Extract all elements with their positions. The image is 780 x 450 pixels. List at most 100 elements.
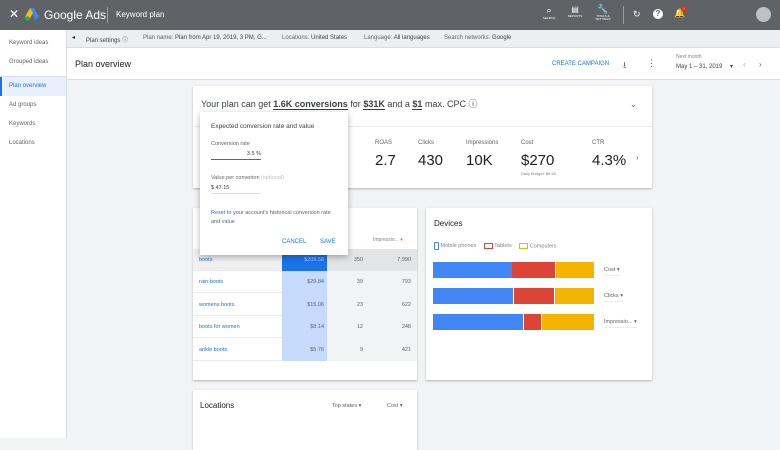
search-button[interactable]: ⌕ SEARCH — [538, 5, 560, 20]
plan-settings-button[interactable]: Plan settings ⓘ — [86, 35, 128, 44]
conversion-rate-input[interactable]: 3.5 % — [211, 151, 261, 160]
sidebar-item-plan-overview[interactable]: Plan overview — [0, 77, 66, 96]
plan-overview-header: Plan overview CREATE CAMPAIGN ⭳ ⋮ Next m… — [67, 48, 780, 80]
avatar[interactable] — [756, 7, 771, 22]
device-bar-segment[interactable] — [514, 288, 554, 304]
device-bar-segment[interactable] — [433, 288, 514, 304]
sidebar-item-keyword-ideas[interactable]: Keyword ideas — [0, 34, 66, 53]
device-bar-segment[interactable] — [556, 262, 595, 278]
metric-ctr: CTR 4.3% — [592, 140, 626, 169]
plan-name[interactable]: Plan name: Plan from Apr 19, 2019, 3 PM,… — [143, 35, 267, 41]
metric-label: CTR — [592, 140, 605, 146]
google-ads-logo-icon — [25, 8, 39, 21]
help-icon[interactable]: ? — [653, 9, 663, 19]
clicks-cell: 23 — [356, 301, 363, 308]
expand-icon[interactable]: ⌄ — [630, 100, 637, 109]
table-row[interactable]: ankle boots $5.76 9 421 — [193, 339, 417, 361]
device-bar-segment[interactable] — [554, 288, 595, 304]
app-name: Google Ads — [44, 8, 107, 22]
keyword-link[interactable]: boots for women — [199, 324, 240, 330]
reports-button[interactable]: ▤ REPORTS — [564, 5, 586, 18]
device-bar-segment[interactable] — [433, 262, 512, 278]
networks-value: Google — [492, 35, 512, 41]
sidebar-item-locations[interactable]: Locations — [0, 134, 66, 153]
create-campaign-button[interactable]: CREATE CAMPAIGN — [552, 61, 609, 67]
cost-cell: $209.58 — [304, 257, 324, 263]
cpc-value[interactable]: $1 — [412, 99, 423, 110]
close-icon[interactable]: ✕ — [9, 7, 19, 21]
value-label: Value per converion — [211, 175, 260, 181]
locations-setting[interactable]: Locations: United States — [282, 35, 347, 41]
metric-label: Clicks — [418, 140, 434, 146]
dropdown-label: Clicks — [604, 293, 619, 299]
reset-link[interactable]: Reset — [211, 210, 225, 216]
summary-prefix: Your plan can get — [201, 99, 271, 109]
impressions-cell: 793 — [401, 279, 411, 286]
value-per-conversion-input[interactable]: $ 47.15 — [211, 185, 261, 194]
device-bar-segment[interactable] — [541, 314, 595, 330]
help-icon[interactable]: ⓘ — [468, 99, 477, 109]
collapse-icon[interactable]: ◂ — [72, 34, 75, 41]
page-title: Keyword plan — [116, 10, 165, 19]
top-states-dropdown[interactable]: Top states — [332, 403, 361, 409]
save-button[interactable]: SAVE — [320, 239, 336, 245]
more-options-icon[interactable]: ⋮ — [647, 58, 656, 69]
sidebar-item-keywords[interactable]: Keywords — [0, 115, 66, 134]
notification-badge: ! — [681, 6, 687, 12]
sidebar-item-grouped-ideas[interactable]: Grouped ideas — [0, 53, 66, 72]
keyword-link[interactable]: boots — [199, 257, 212, 263]
impressions-cell: 421 — [401, 346, 411, 353]
locations-title: Locations — [200, 401, 235, 410]
networks-setting[interactable]: Search networks: Google — [444, 35, 511, 41]
device-bar-segment[interactable] — [512, 262, 556, 278]
tools-button[interactable]: 🔧 TOOLS & SETTINGS — [591, 4, 615, 21]
metric-cost: Cost $270 Daily Budget: $8.65 — [521, 140, 556, 176]
locations-card: Locations Top states Cost — [193, 390, 417, 450]
previous-period-icon[interactable]: ‹ — [743, 60, 746, 69]
plan-settings-label: Plan settings — [86, 38, 121, 44]
cancel-button[interactable]: CANCEL — [282, 239, 306, 245]
impressions-column-header[interactable]: Impressio... — [373, 237, 403, 243]
tools-label: TOOLS & SETTINGS — [595, 14, 611, 21]
conversions-value[interactable]: 1.6K conversions — [273, 99, 348, 110]
computer-icon — [519, 243, 529, 249]
table-row[interactable]: boots for women $8.14 12 248 — [193, 316, 417, 339]
reset-description: to your account's historical conversion … — [211, 210, 331, 225]
refresh-icon[interactable]: ↻ — [633, 9, 641, 20]
impressions-cell: 248 — [401, 324, 411, 331]
clicks-cell: 39 — [356, 279, 363, 286]
keyword-link[interactable]: womens boots — [199, 302, 234, 308]
summary-and: and a — [387, 99, 410, 109]
device-metric-dropdown[interactable]: Clicks — [604, 293, 623, 302]
device-metric-dropdown[interactable]: Cost — [604, 267, 620, 276]
metric-impressions: Impressions 10K — [466, 140, 498, 169]
metric-roas: ROAS 2.7 — [375, 140, 396, 169]
locations-metric-dropdown[interactable]: Cost — [387, 403, 403, 409]
table-row[interactable]: womens boots $15.06 23 622 — [193, 294, 417, 316]
download-icon[interactable]: ⭳ — [623, 58, 626, 74]
search-label: SEARCH — [542, 16, 556, 20]
dropdown-icon: ▾ — [730, 64, 734, 70]
next-metrics-icon[interactable]: › — [636, 153, 639, 162]
device-metric-dropdown[interactable]: Impressio... — [604, 319, 637, 328]
sidebar-item-ad-groups[interactable]: Ad groups — [0, 96, 66, 115]
keyword-link[interactable]: rain boots — [199, 279, 223, 285]
date-range-select[interactable]: May 1 – 31, 2019 ▾ — [676, 63, 733, 70]
table-row[interactable]: rain boots $29.84 39 793 — [193, 271, 417, 294]
value-per-conversion-label: Value per converion (optional) — [211, 175, 284, 181]
dropdown-label: Cost — [387, 403, 399, 409]
locations-label: Locations: — [282, 35, 310, 41]
divider — [623, 6, 624, 24]
device-bar-segment[interactable] — [523, 314, 541, 330]
next-period-icon[interactable]: › — [759, 60, 762, 69]
reset-text: Reset to your account's historical conve… — [211, 209, 336, 227]
legend-label: Mobile phones — [440, 243, 477, 250]
cost-value[interactable]: $31K — [363, 99, 385, 110]
language-setting[interactable]: Language: All languages — [364, 35, 430, 41]
devices-title: Devices — [434, 219, 463, 228]
conversion-rate-label: Conversion rate — [211, 141, 250, 147]
device-bar-segment[interactable] — [433, 314, 524, 330]
networks-label: Search networks: — [444, 35, 491, 41]
keyword-link[interactable]: ankle boots — [199, 347, 227, 353]
reports-icon: ▤ — [571, 5, 579, 14]
